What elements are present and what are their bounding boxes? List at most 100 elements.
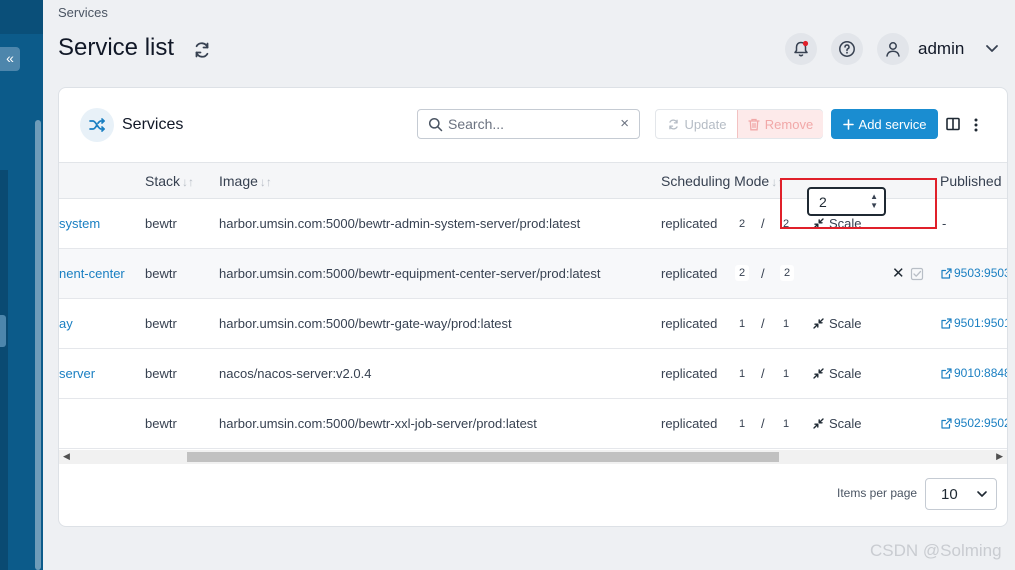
column-header-scheduling-mode[interactable]: Scheduling Mode ↓↑ (661, 173, 783, 189)
stack-cell: bewtr (145, 416, 177, 431)
sort-icon[interactable]: ↓↑ (182, 175, 194, 189)
published-cell: - (942, 216, 947, 231)
search-placeholder: Search... (448, 116, 505, 132)
replicas-separator: / (761, 216, 765, 231)
bulk-actions: Update Remove (655, 109, 823, 139)
table-row: nent-center bewtr harbor.umsin.com:5000/… (59, 249, 1008, 299)
scrollbar-thumb[interactable] (187, 452, 779, 462)
clear-search-button[interactable]: × (620, 115, 629, 132)
sidebar-top (0, 0, 43, 34)
scale-label: Scale (829, 366, 862, 381)
items-per-page-value: 10 (941, 486, 958, 503)
scale-icon (813, 368, 824, 379)
image-cell: harbor.umsin.com:5000/bewtr-xxl-job-serv… (219, 416, 537, 431)
service-name-link[interactable]: ay (59, 316, 73, 331)
search-input[interactable]: Search... × (417, 109, 640, 139)
mode-cell: replicated (661, 216, 718, 231)
columns-icon[interactable] (946, 117, 960, 131)
breadcrumb[interactable]: Services (58, 5, 108, 20)
sidebar-edge (0, 170, 8, 570)
scale-button[interactable]: Scale (812, 366, 862, 381)
column-header-image[interactable]: Image ↓↑ (219, 173, 272, 189)
replicas-separator: / (761, 316, 765, 331)
external-link-icon (941, 367, 952, 379)
bell-icon (794, 40, 809, 57)
published-port-link[interactable]: 9502:9502 (941, 416, 1007, 430)
chevron-down-icon[interactable] (984, 40, 1000, 56)
services-card: Services Search... × Update Remove Add s… (58, 87, 1008, 527)
update-button[interactable]: Update (656, 110, 737, 138)
replicas-running: 1 (739, 318, 746, 330)
remove-button[interactable]: Remove (737, 110, 823, 138)
replicas-separator: / (761, 366, 765, 381)
plus-icon (842, 118, 854, 130)
scale-label: Scale (829, 316, 862, 331)
update-label: Update (684, 116, 727, 132)
replicas-separator: / (761, 266, 765, 281)
refresh-icon (668, 118, 678, 130)
replicas-running: 2 (739, 218, 746, 230)
scale-icon (813, 318, 824, 329)
scale-button[interactable]: Scale (812, 416, 862, 431)
help-button[interactable] (831, 33, 863, 65)
stack-cell: bewtr (145, 266, 177, 281)
replicas-desired: 1 (783, 418, 790, 430)
mode-cell: replicated (661, 366, 718, 381)
chevron-down-icon (977, 491, 987, 497)
add-service-button[interactable]: Add service (831, 109, 938, 139)
card-title: Services (122, 116, 184, 133)
confirm-scale-icon[interactable] (910, 267, 924, 281)
notifications-button[interactable] (785, 33, 817, 65)
mode-cell: replicated (661, 416, 718, 431)
published-port-link[interactable]: 9010:8848 (941, 366, 1008, 380)
trash-icon (748, 118, 760, 130)
published-port: 9501:9501 (954, 316, 1008, 330)
add-service-label: Add service (858, 116, 927, 132)
sidebar-tab[interactable] (0, 315, 6, 347)
table-row: bewtr harbor.umsin.com:5000/bewtr-xxl-jo… (59, 399, 1007, 449)
service-name-link[interactable]: nent-center (59, 266, 125, 281)
column-header-stack[interactable]: Stack ↓↑ (145, 173, 194, 189)
items-per-page-select[interactable]: 10 (925, 478, 997, 510)
published-port-link[interactable]: 9501:9501 (941, 316, 1008, 330)
replicas-separator: / (761, 416, 765, 431)
replicas-desired: 2 (780, 265, 795, 281)
refresh-icon[interactable] (192, 40, 212, 60)
published-port: 9503:9503 (954, 266, 1008, 280)
replicas-desired: 1 (783, 368, 790, 380)
replicas-running: 1 (739, 368, 746, 380)
stack-cell: bewtr (145, 366, 177, 381)
remove-label: Remove (764, 116, 814, 132)
service-name-link[interactable]: server (59, 366, 95, 381)
image-cell: harbor.umsin.com:5000/bewtr-admin-system… (219, 216, 581, 231)
sidebar: « (0, 0, 43, 570)
column-header-published[interactable]: Published (940, 173, 1002, 189)
external-link-icon (941, 317, 952, 329)
help-icon (839, 41, 855, 57)
scroll-right-icon[interactable]: ▶ (996, 451, 1003, 462)
stack-cell: bewtr (145, 316, 177, 331)
column-label: Published (940, 173, 1002, 189)
user-icon (886, 42, 900, 57)
replicas-desired: 1 (783, 318, 790, 330)
service-name-link[interactable]: system (59, 216, 100, 231)
published-port-link[interactable]: 9503:9503 (941, 266, 1008, 280)
external-link-icon (941, 417, 952, 429)
user-name[interactable]: admin (918, 39, 964, 59)
sidebar-collapse-button[interactable]: « (0, 47, 20, 71)
scale-button[interactable]: Scale (812, 316, 862, 331)
scale-icon (813, 418, 824, 429)
table-row: ay bewtr harbor.umsin.com:5000/bewtr-gat… (59, 299, 1008, 349)
scroll-left-icon[interactable]: ◀ (63, 451, 70, 462)
image-cell: nacos/nacos-server:v2.0.4 (219, 366, 372, 381)
cancel-scale-icon[interactable]: ✕ (892, 264, 905, 282)
avatar[interactable] (877, 33, 909, 65)
horizontal-scrollbar[interactable]: ◀ ▶ (59, 450, 1007, 464)
sidebar-scrollbar[interactable] (35, 120, 41, 570)
more-options-icon[interactable] (971, 117, 981, 133)
sort-icon[interactable]: ↓↑ (260, 175, 272, 189)
external-link-icon (941, 267, 952, 279)
published-port: 9010:8848 (954, 366, 1008, 380)
highlight-annotation (780, 178, 937, 229)
column-label: Image (219, 173, 258, 189)
